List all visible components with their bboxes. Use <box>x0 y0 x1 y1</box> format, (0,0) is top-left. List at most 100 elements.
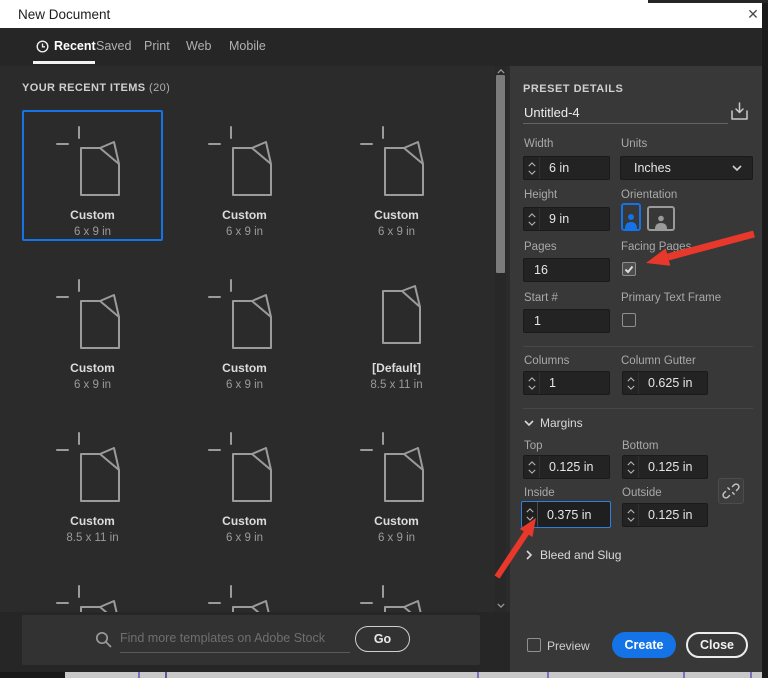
facing-pages-checkbox[interactable] <box>622 262 636 276</box>
portrait-person-glyph <box>625 214 637 229</box>
preset-name-input[interactable]: Untitled-4 <box>524 105 580 120</box>
scrollbar-down-icon[interactable] <box>495 600 506 610</box>
margin-top-value: 0.125 in <box>549 460 594 474</box>
margins-section-header[interactable]: Margins <box>524 416 583 430</box>
margin-inside-field[interactable]: 0.375 in <box>521 501 611 528</box>
template-size: 6 x 9 in <box>377 532 416 544</box>
preview-checkbox[interactable] <box>527 638 541 652</box>
document-preset-icon <box>205 583 285 612</box>
start-number-field[interactable]: 1 <box>523 309 610 333</box>
tab-web[interactable]: Web <box>186 39 211 53</box>
template-title: Custom <box>222 208 267 222</box>
template-item[interactable]: Custom 6 x 9 in <box>326 416 467 547</box>
checkmark-icon <box>624 265 634 274</box>
ruler-tick <box>750 672 752 678</box>
margins-header-label: Margins <box>540 416 583 430</box>
preset-details-header: PRESET DETAILS <box>523 83 624 95</box>
template-item-partial[interactable] <box>22 569 163 612</box>
margin-outside-value: 0.125 in <box>648 508 693 522</box>
width-label: Width <box>524 138 554 150</box>
column-gutter-field[interactable]: 0.625 in <box>622 371 708 395</box>
close-x-icon[interactable]: ✕ <box>743 4 763 24</box>
height-stepper[interactable] <box>524 208 540 230</box>
margin-bottom-value: 0.125 in <box>648 460 693 474</box>
preset-details-panel: PRESET DETAILS Untitled-4 Width Units 6 … <box>510 66 762 672</box>
template-size: 6 x 9 in <box>73 226 112 238</box>
margin-inside-label: Inside <box>524 487 555 499</box>
units-value: Inches <box>634 161 671 175</box>
ruler-tick <box>165 672 167 678</box>
document-preset-icon <box>205 430 285 508</box>
margin-bottom-stepper[interactable] <box>623 456 639 478</box>
columns-stepper[interactable] <box>524 372 540 394</box>
close-button[interactable]: Close <box>686 632 748 658</box>
template-item[interactable]: Custom 8.5 x 11 in <box>22 416 163 547</box>
primary-text-frame-checkbox[interactable] <box>622 313 636 327</box>
start-number-value: 1 <box>534 314 541 328</box>
margins-link-toggle[interactable] <box>718 478 744 504</box>
portrait-icon[interactable] <box>621 203 641 231</box>
document-preset-icon <box>53 277 133 355</box>
template-item[interactable]: Custom 6 x 9 in <box>326 110 467 241</box>
margin-top-field[interactable]: 0.125 in <box>523 455 610 479</box>
clock-icon <box>36 40 49 53</box>
template-item[interactable]: Custom 6 x 9 in <box>22 263 163 394</box>
width-stepper[interactable] <box>524 157 540 179</box>
background-sliver <box>648 0 768 3</box>
template-item[interactable]: Custom 6 x 9 in <box>174 263 315 394</box>
units-dropdown[interactable]: Inches <box>620 156 753 180</box>
tab-recent[interactable]: Recent <box>36 39 96 53</box>
template-title: Custom <box>70 514 115 528</box>
template-item-default[interactable]: [Default] 8.5 x 11 in <box>326 263 467 394</box>
pages-field[interactable]: 16 <box>523 258 610 282</box>
go-button[interactable]: Go <box>355 626 410 652</box>
section-divider <box>523 346 753 347</box>
template-size: 8.5 x 11 in <box>370 379 423 391</box>
margin-outside-stepper[interactable] <box>623 504 639 526</box>
width-field[interactable]: 6 in <box>523 156 610 180</box>
template-item-partial[interactable] <box>326 569 467 612</box>
ruler-tick <box>683 672 685 678</box>
save-preset-download-icon[interactable] <box>729 101 750 122</box>
margin-bottom-field[interactable]: 0.125 in <box>622 455 708 479</box>
margin-bottom-label: Bottom <box>622 440 659 452</box>
chevron-down-icon <box>732 165 742 171</box>
ruler-tick <box>547 672 549 678</box>
search-input[interactable] <box>120 623 350 653</box>
columns-field[interactable]: 1 <box>523 371 610 395</box>
start-number-label: Start # <box>524 292 558 304</box>
template-item-partial[interactable] <box>174 569 315 612</box>
create-button[interactable]: Create <box>612 632 676 658</box>
template-item[interactable]: Custom 6 x 9 in <box>174 110 315 241</box>
document-preset-icon <box>53 430 133 508</box>
adobe-stock-search-bar: Go <box>22 615 480 665</box>
template-item[interactable]: Custom 6 x 9 in <box>174 416 315 547</box>
template-item-selected[interactable]: Custom 6 x 9 in <box>22 110 163 241</box>
document-plain-icon <box>357 277 437 355</box>
tab-mobile[interactable]: Mobile <box>229 39 266 53</box>
scrollbar[interactable] <box>495 66 506 612</box>
columns-label: Columns <box>524 355 570 367</box>
tab-saved[interactable]: Saved <box>96 39 131 53</box>
chevron-right-icon <box>524 550 534 560</box>
column-gutter-stepper[interactable] <box>623 372 639 394</box>
margin-inside-value: 0.375 in <box>547 507 592 522</box>
bleed-and-slug-section-header[interactable]: Bleed and Slug <box>524 548 621 562</box>
column-gutter-label: Column Gutter <box>621 355 696 367</box>
columns-value: 1 <box>549 376 556 390</box>
tab-print[interactable]: Print <box>144 39 170 53</box>
document-preset-icon <box>205 124 285 202</box>
scrollbar-thumb[interactable] <box>496 75 505 273</box>
margin-top-stepper[interactable] <box>524 456 540 478</box>
landscape-icon[interactable] <box>647 206 675 231</box>
template-size: 6 x 9 in <box>73 379 112 391</box>
height-value: 9 in <box>549 212 570 226</box>
height-field[interactable]: 9 in <box>523 207 610 231</box>
margin-inside-stepper[interactable] <box>522 502 538 527</box>
margin-outside-field[interactable]: 0.125 in <box>622 503 708 527</box>
bleed-header-label: Bleed and Slug <box>540 548 622 562</box>
document-preset-icon <box>357 583 437 612</box>
template-title: Custom <box>70 361 115 375</box>
dialog-title: New Document <box>18 7 111 22</box>
tab-label: Recent <box>54 39 96 53</box>
